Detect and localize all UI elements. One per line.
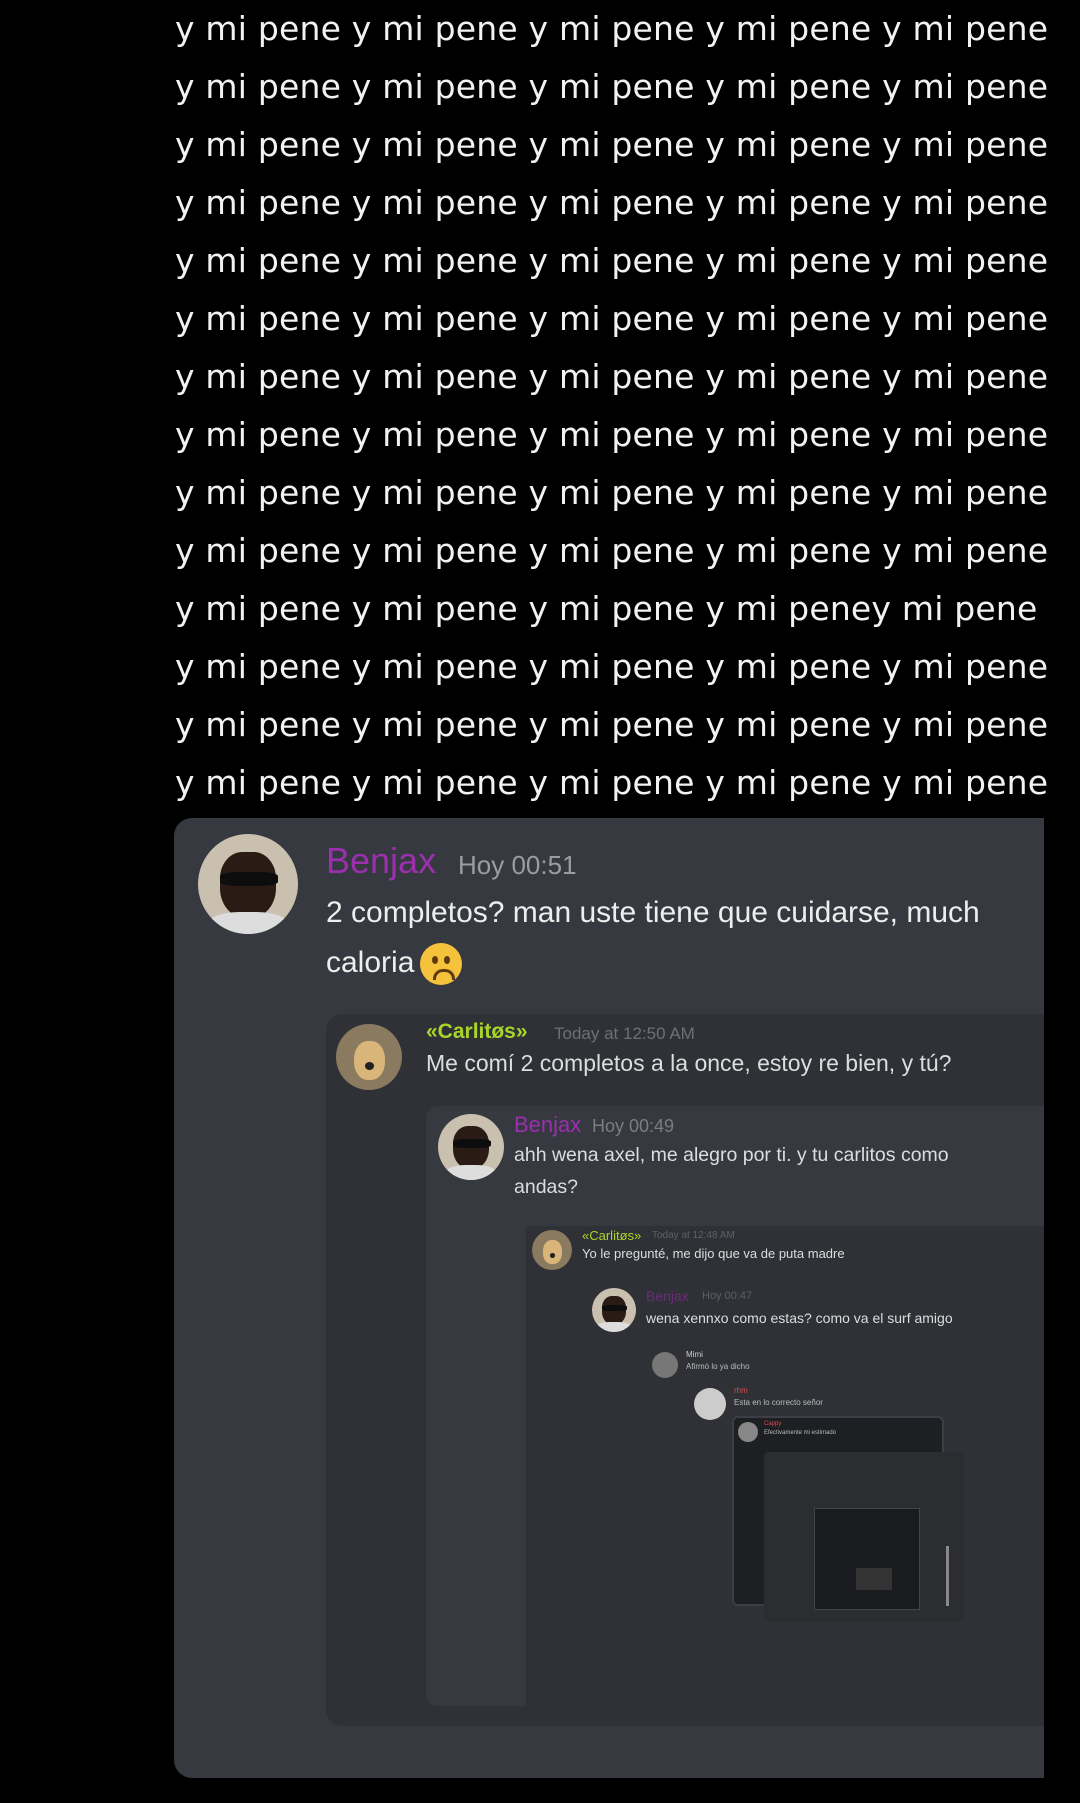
spam-line: y mi pene y mi pene y mi pene y mi pene … [175, 473, 1049, 512]
benjax-avatar-3 [592, 1288, 636, 1332]
spam-line: y mi pene y mi pene y mi pene y mi pene … [175, 299, 1049, 338]
spam-line: y mi pene y mi pene y mi pene y mi pene … [175, 531, 1049, 570]
spam-line: y mi pene y mi pene y mi pene y mi pene … [175, 357, 1049, 396]
quote3-text: Yo le pregunté, me dijo que va de puta m… [582, 1246, 845, 1261]
spam-line: y mi pene y mi pene y mi pene y mi pene … [175, 67, 1049, 106]
quote7-text: Efectivamente mi estimado [764, 1430, 837, 1436]
spam-line: y mi pene y mi pene y mi pene y mi pene … [175, 183, 1049, 222]
message-text: 2 completos? man uste tiene que cuidarse… [326, 888, 1026, 988]
quote2-timestamp: Hoy 00:49 [592, 1116, 675, 1136]
quote3-author: «Carlitøs» [582, 1228, 642, 1243]
quote3-timestamp: Today at 12:48 AM [652, 1230, 735, 1241]
mimi-avatar [652, 1352, 678, 1378]
spam-line: y mi pene y mi pene y mi pene y mi pene … [175, 415, 1049, 454]
nested-quote-chain: «Carlitøs» Today at 12:48 AM Yo le pregu… [526, 1226, 1044, 1706]
spam-text-block: y mi pene y mi pene y mi pene y mi pene … [175, 0, 1055, 812]
quote4-text: wena xennxo como estas? como va el surf … [646, 1310, 953, 1326]
discord-message-card: Benjax Hoy 00:51 2 completos? man uste t… [174, 818, 1044, 1778]
scrollbar[interactable] [946, 1546, 949, 1606]
rhm-avatar [694, 1388, 726, 1420]
spam-line: y mi pene y mi pene y mi pene y mi pene … [175, 9, 1049, 48]
spam-line: y mi pene y mi pene y mi pene y mi pene … [175, 125, 1049, 164]
quote2-author: Benjax [514, 1112, 582, 1137]
spam-line: y mi pene y mi pene y mi pene y mi pene … [175, 647, 1049, 686]
message-timestamp: Hoy 00:51 [458, 850, 577, 880]
quote7-author: Cappy [764, 1421, 782, 1427]
benjax-avatar-2 [438, 1114, 504, 1180]
cappy-avatar [738, 1422, 758, 1442]
quote6-text: Esta en lo correcto señor [734, 1398, 823, 1407]
quote2-text-line2: andas? [514, 1176, 578, 1198]
benjax-avatar[interactable] [198, 834, 298, 934]
spam-line: y mi pene y mi pene y mi pene y mi pene … [175, 241, 1049, 280]
quoted-message-benjax: Benjax Hoy 00:49 ahh wena axel, me alegr… [426, 1106, 1044, 1706]
carlitos-avatar[interactable] [336, 1024, 402, 1090]
worried-face-emoji-icon [420, 943, 463, 986]
message-author[interactable]: Benjax [326, 840, 436, 882]
spam-line: y mi pene y mi pene y mi pene y mi pene … [175, 763, 1049, 802]
quote5-text: Afirmó lo ya dicho [686, 1362, 750, 1371]
quote4-timestamp: Hoy 00:47 [702, 1290, 753, 1302]
quote6-author: rhm [734, 1386, 748, 1395]
quote5-author: Mimi [686, 1350, 703, 1359]
quote2-text-line1: ahh wena axel, me alegro por ti. y tu ca… [514, 1144, 949, 1166]
quote4-author: Benjax [646, 1288, 689, 1304]
carlitos-avatar-2 [532, 1230, 572, 1270]
nested-screenshot-thumbnail: Cappy Efectivamente mi estimado [732, 1416, 964, 1622]
quote1-text: Me comí 2 completos a la once, estoy re … [426, 1050, 952, 1076]
spam-line: y mi pene y mi pene y mi pene y mi peney… [175, 589, 1038, 628]
spam-line: y mi pene y mi pene y mi pene y mi pene … [175, 705, 1049, 744]
quote1-timestamp: Today at 12:50 AM [554, 1024, 695, 1043]
quote1-author: «Carlitøs» [426, 1020, 528, 1043]
quoted-message-carlitos: «Carlitøs» Today at 12:50 AM Me comí 2 c… [326, 1014, 1044, 1726]
